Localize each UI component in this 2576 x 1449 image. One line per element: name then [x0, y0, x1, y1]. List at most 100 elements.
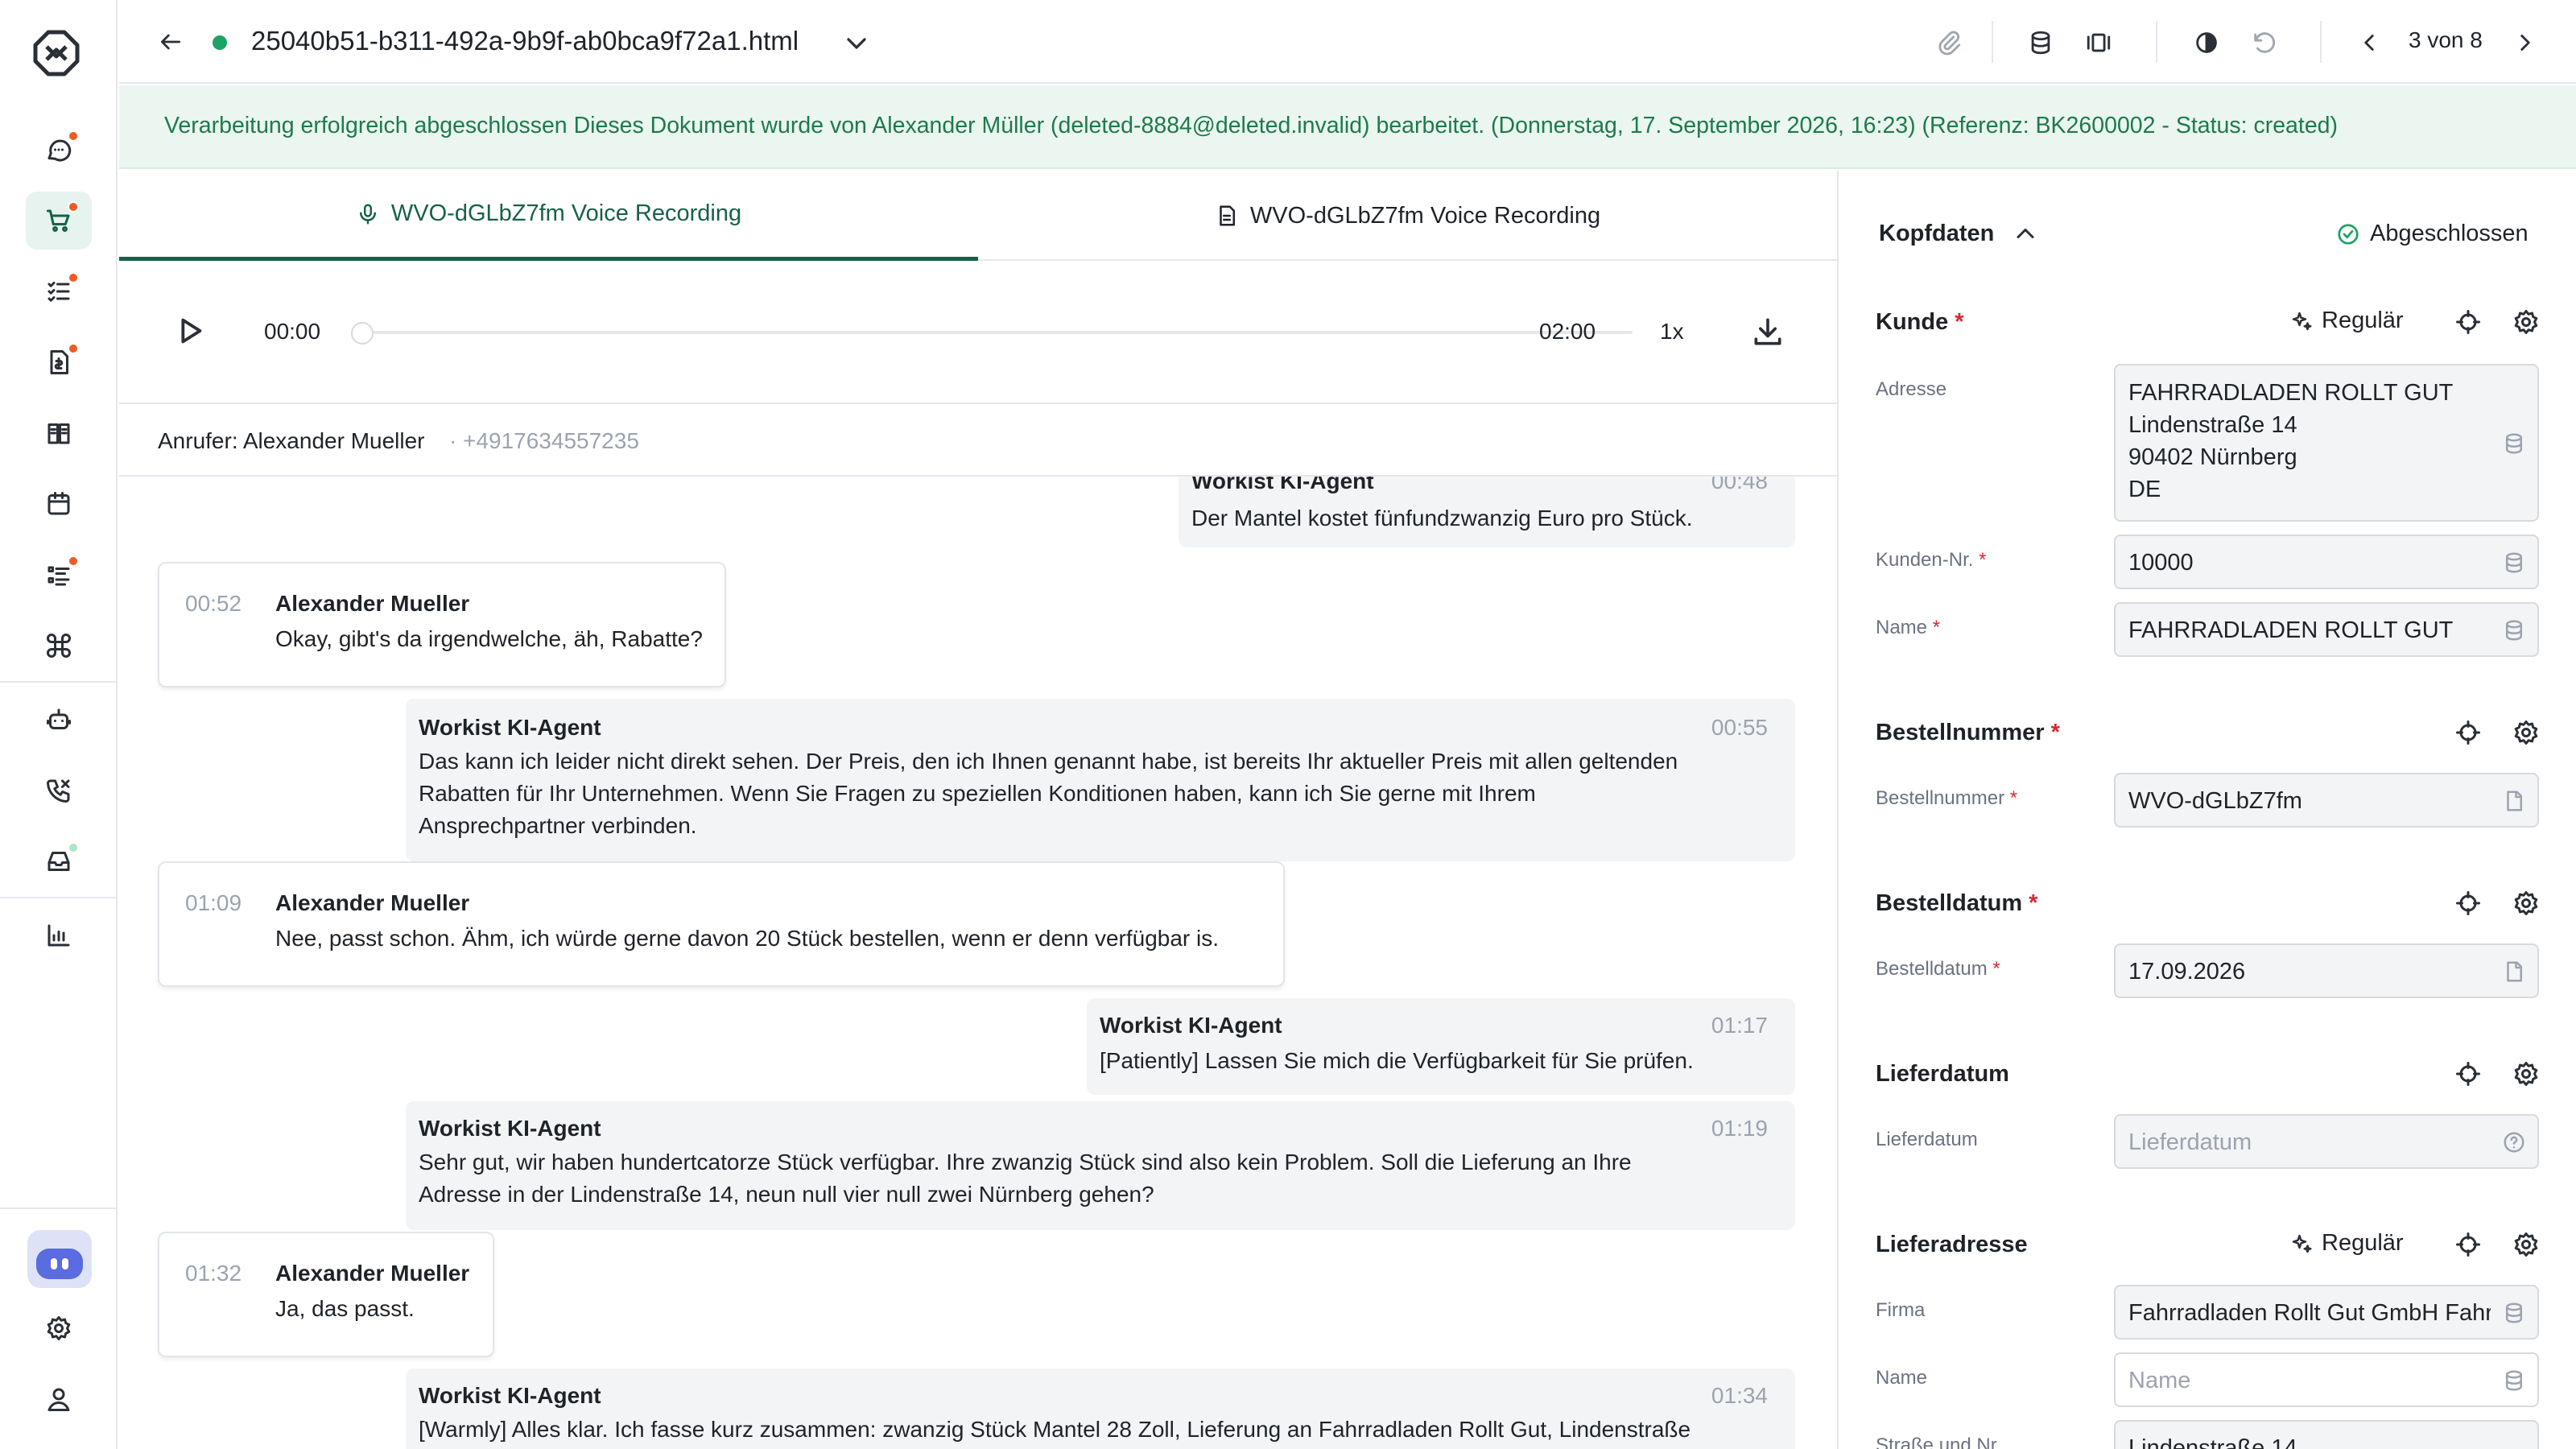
settings-gear-icon[interactable]	[2512, 718, 2541, 747]
section-kunde-title: Kunde *	[1876, 309, 1964, 335]
settings-gear-icon[interactable]	[2512, 308, 2541, 336]
nav-checklist-icon[interactable]	[26, 546, 92, 604]
notification-dot	[68, 272, 79, 283]
notification-dot	[68, 201, 79, 213]
kunde-adresse-field[interactable]: FAHRRADLADEN ROLLT GUT Lindenstraße 14 904…	[2114, 364, 2539, 522]
bestellnummer-field[interactable]: WVO-dGLbZ7fm	[2114, 773, 2539, 828]
chevron-up-icon[interactable]	[2011, 219, 2040, 248]
kunde-adresse-value: FAHRRADLADEN ROLLT GUT Lindenstraße 14 904…	[2128, 380, 2454, 502]
crosshair-locate-icon[interactable]	[2454, 1230, 2483, 1259]
tab-voice-recording-document[interactable]: WVO-dGLbZ7fm Voice Recording	[978, 171, 1837, 261]
tab-label: WVO-dGLbZ7fm Voice Recording	[1249, 202, 1601, 229]
lieferadresse-firma-field[interactable]: Fahrradladen Rollt Gut GmbH Fahrradladen	[2114, 1285, 2539, 1340]
success-banner-text: Verarbeitung erfolgreich abgeschlossen D…	[164, 113, 2339, 138]
download-icon[interactable]	[1750, 314, 1785, 349]
attachment-paperclip-icon[interactable]	[1930, 24, 1967, 61]
playback-speed-button[interactable]: 1x	[1660, 319, 1684, 345]
bestelldatum-value: 17.09.2026	[2128, 959, 2246, 985]
regular-mode-button[interactable]: Regulär	[2289, 308, 2404, 334]
user-message: 00:52 Alexander Mueller Okay, gibt's da …	[158, 562, 726, 687]
audio-seek-bar[interactable]	[361, 331, 1633, 334]
settings-gear-icon[interactable]	[2512, 1059, 2541, 1088]
notification-dot	[68, 842, 79, 853]
kunde-name-field[interactable]: FAHRRADLADEN ROLLT GUT	[2114, 602, 2539, 657]
total-duration: 02:00	[1539, 319, 1596, 344]
page-counter: 3 von 8	[2409, 27, 2483, 52]
nav-inbox-icon[interactable]	[26, 832, 92, 890]
message-time: 01:19	[1711, 1116, 1768, 1141]
nav-chat-icon[interactable]	[26, 121, 92, 179]
help-circle-icon	[2502, 1130, 2526, 1154]
left-navigation-rail	[0, 0, 118, 1449]
nav-user-profile-icon[interactable]	[26, 1370, 92, 1428]
section-bestellnummer-title: Bestellnummer *	[1876, 720, 2060, 745]
play-icon[interactable]	[171, 312, 208, 349]
back-arrow-icon[interactable]	[153, 24, 188, 60]
nav-robot-icon[interactable]	[26, 691, 92, 749]
nav-invoice-icon[interactable]	[26, 333, 92, 391]
kunde-name-label: Name *	[1876, 617, 1941, 638]
crosshair-locate-icon[interactable]	[2454, 889, 2483, 918]
lieferadresse-name-field[interactable]: Name	[2114, 1352, 2539, 1407]
notification-dot	[68, 130, 79, 142]
tab-voice-recording-audio[interactable]: WVO-dGLbZ7fm Voice Recording	[119, 171, 978, 261]
nav-phone-icon[interactable]	[26, 762, 92, 819]
message-sender: Workist KI-Agent	[419, 1116, 601, 1141]
current-time: 00:00	[264, 319, 321, 344]
agent-message: Workist KI-Agent 00:48 Der Mantel kostet…	[1179, 477, 1795, 547]
nav-tasks-list-icon[interactable]	[26, 262, 92, 320]
contrast-theme-icon[interactable]	[2188, 24, 2225, 61]
firma-label: Firma	[1876, 1299, 1926, 1321]
message-text: Ja, das passt.	[275, 1296, 415, 1321]
previous-page-chevron-icon[interactable]	[2351, 24, 2388, 61]
firma-value: Fahrradladen Rollt Gut GmbH Fahrradladen	[2128, 1300, 2491, 1326]
assistant-bot-button[interactable]	[27, 1230, 92, 1288]
microphone-icon	[359, 204, 376, 224]
message-text: Okay, gibt's da irgendwelche, äh, Rabatt…	[275, 626, 703, 651]
document-tabs: WVO-dGLbZ7fm Voice Recording WVO-dGLbZ7f…	[119, 171, 1837, 261]
database-icon[interactable]	[2022, 24, 2059, 61]
message-sender: Workist KI-Agent	[1100, 1013, 1282, 1038]
split-layout-icon[interactable]	[2080, 24, 2117, 61]
settings-gear-icon[interactable]	[2512, 889, 2541, 918]
seek-handle[interactable]	[351, 322, 374, 345]
message-sender: Alexander Mueller	[275, 591, 470, 616]
workist-logo[interactable]	[31, 27, 82, 79]
lieferdatum-placeholder: Lieferdatum	[2128, 1129, 2252, 1155]
audio-player: 00:00 02:00 1x	[119, 261, 1837, 404]
next-page-chevron-icon[interactable]	[2507, 24, 2544, 61]
crosshair-locate-icon[interactable]	[2454, 308, 2483, 336]
agent-message: Workist KI-Agent 01:17 [Patiently] Lasse…	[1087, 998, 1795, 1095]
undo-icon[interactable]	[2246, 24, 2283, 61]
nav-command-icon[interactable]	[26, 617, 92, 675]
message-sender: Workist KI-Agent	[419, 715, 601, 740]
kunden-nr-field[interactable]: 10000	[2114, 535, 2539, 589]
tab-label: WVO-dGLbZ7fm Voice Recording	[390, 200, 742, 226]
nav-orders-cart-icon[interactable]	[26, 192, 92, 250]
agent-message: Workist KI-Agent 00:55 Das kann ich leid…	[406, 699, 1795, 861]
bestellnummer-label: Bestellnummer *	[1876, 787, 2018, 809]
bestelldatum-field[interactable]: 17.09.2026	[2114, 943, 2539, 998]
lieferadresse-strasse-field[interactable]: Lindenstraße 14	[2114, 1420, 2539, 1449]
nav-settings-gear-icon[interactable]	[26, 1299, 92, 1357]
status-indicator-dot	[213, 35, 227, 50]
section-lieferdatum-title: Lieferdatum	[1876, 1061, 2009, 1087]
crosshair-locate-icon[interactable]	[2454, 718, 2483, 747]
message-sender: Alexander Mueller	[275, 1261, 470, 1286]
caller-name: Anrufer: Alexander Mueller	[158, 428, 425, 453]
regular-mode-button[interactable]: Regulär	[2289, 1230, 2404, 1257]
notification-dot	[68, 343, 79, 354]
header-data-panel: Kopfdaten Abgeschlossen Kunde * Regulär …	[1837, 171, 2576, 1449]
nav-analytics-icon[interactable]	[26, 906, 92, 964]
crosshair-locate-icon[interactable]	[2454, 1059, 2483, 1088]
nav-calendar-icon[interactable]	[26, 475, 92, 533]
settings-gear-icon[interactable]	[2512, 1230, 2541, 1259]
database-icon	[2502, 618, 2526, 642]
chevron-down-icon[interactable]	[840, 27, 873, 60]
lieferdatum-field[interactable]: Lieferdatum	[2114, 1114, 2539, 1169]
message-sender: Workist KI-Agent	[1191, 477, 1374, 493]
nav-catalog-icon[interactable]	[26, 404, 92, 462]
database-icon	[2502, 551, 2526, 575]
document-icon	[2502, 789, 2526, 813]
message-time: 00:55	[1711, 715, 1768, 740]
